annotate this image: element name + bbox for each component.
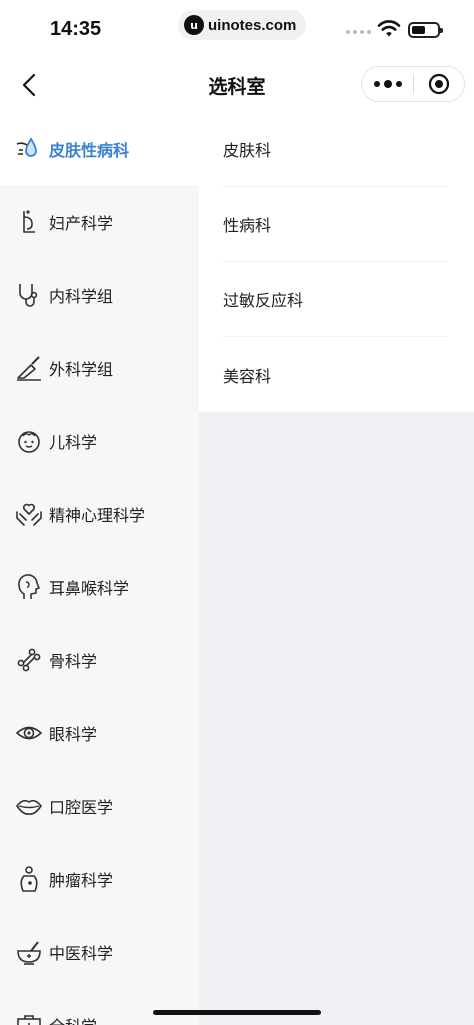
tumor-body-icon [15, 865, 43, 893]
pregnant-woman-icon [15, 208, 43, 236]
close-button[interactable] [414, 67, 464, 101]
head-profile-icon [15, 573, 43, 601]
status-bar: 14:35 u uinotes.com [0, 0, 474, 58]
more-button[interactable] [362, 67, 413, 101]
eye-icon [15, 719, 43, 747]
sidebar-item-label: 耳鼻喉科学 [49, 578, 130, 598]
sidebar-item-label: 全科学 [49, 1013, 97, 1025]
sidebar-item-label: 骨科学 [49, 651, 98, 671]
sidebar-item-internal-medicine[interactable]: 内科学组 [0, 258, 199, 331]
scalpel-icon [15, 354, 43, 382]
sub-department-panel: 皮肤科 性病科 过敏反应科 美容科 [199, 112, 474, 1025]
nav-bar: 选科室 [0, 58, 474, 112]
signal-icon [346, 30, 371, 34]
sidebar-item-label: 肿瘤科学 [49, 870, 114, 890]
sidebar-item-label: 口腔医学 [49, 797, 114, 817]
sidebar-item-label: 外科学组 [49, 359, 114, 379]
home-indicator [153, 1010, 321, 1015]
sidebar-item-label: 眼科学 [49, 724, 98, 744]
sub-department-list: 皮肤科 性病科 过敏反应科 美容科 [199, 112, 474, 412]
sidebar-item-surgery[interactable]: 外科学组 [0, 331, 199, 404]
status-time: 14:35 [50, 18, 102, 40]
watermark-text: uinotes.com [208, 16, 297, 34]
child-face-icon [15, 427, 43, 455]
battery-icon [408, 22, 443, 38]
sidebar-item-label: 皮肤性病科 [49, 140, 130, 160]
stethoscope-icon [15, 281, 43, 309]
sub-department-item[interactable]: 皮肤科 [223, 112, 448, 187]
sidebar-item-label: 中医科学 [49, 943, 114, 963]
mortar-pestle-icon [15, 938, 43, 966]
watermark-logo: u [184, 15, 204, 35]
sub-department-item[interactable]: 性病科 [223, 187, 448, 262]
sidebar-item-ophthalmology[interactable]: 眼科学 [0, 696, 199, 769]
watermark: u uinotes.com [178, 10, 307, 40]
more-dots-icon [373, 81, 380, 87]
mini-program-close-icon [428, 73, 450, 95]
sidebar-item-tcm[interactable]: 中医科学 [0, 915, 199, 988]
sidebar-item-obstetrics[interactable]: 妇产科学 [0, 185, 199, 258]
department-sidebar: 皮肤性病科 妇产科学 内科学组 外科学组 儿科学 精神心理科学 耳鼻喉科学 骨科… [0, 112, 199, 1025]
mini-program-capsule [361, 66, 465, 102]
sidebar-item-label: 内科学组 [49, 286, 114, 306]
hands-heart-icon [15, 500, 43, 528]
sub-department-item[interactable]: 过敏反应科 [223, 262, 448, 337]
sidebar-item-label: 儿科学 [49, 432, 98, 452]
sidebar-item-oncology[interactable]: 肿瘤科学 [0, 842, 199, 915]
sidebar-item-orthopedics[interactable]: 骨科学 [0, 623, 199, 696]
sidebar-item-ent[interactable]: 耳鼻喉科学 [0, 550, 199, 623]
sub-department-item[interactable]: 美容科 [223, 337, 448, 412]
sidebar-item-label: 精神心理科学 [49, 505, 146, 525]
lips-icon [15, 792, 43, 820]
sidebar-item-general[interactable]: 全科学 [0, 988, 199, 1025]
sidebar-item-pediatrics[interactable]: 儿科学 [0, 404, 199, 477]
medical-kit-icon [15, 1011, 43, 1025]
sidebar-item-dermatology[interactable]: 皮肤性病科 [0, 112, 199, 185]
wifi-icon [377, 20, 401, 37]
sidebar-item-psychiatry[interactable]: 精神心理科学 [0, 477, 199, 550]
sidebar-item-label: 妇产科学 [49, 213, 114, 233]
sidebar-item-stomatology[interactable]: 口腔医学 [0, 769, 199, 842]
skin-droplet-icon [15, 135, 43, 163]
bone-icon [15, 646, 43, 674]
